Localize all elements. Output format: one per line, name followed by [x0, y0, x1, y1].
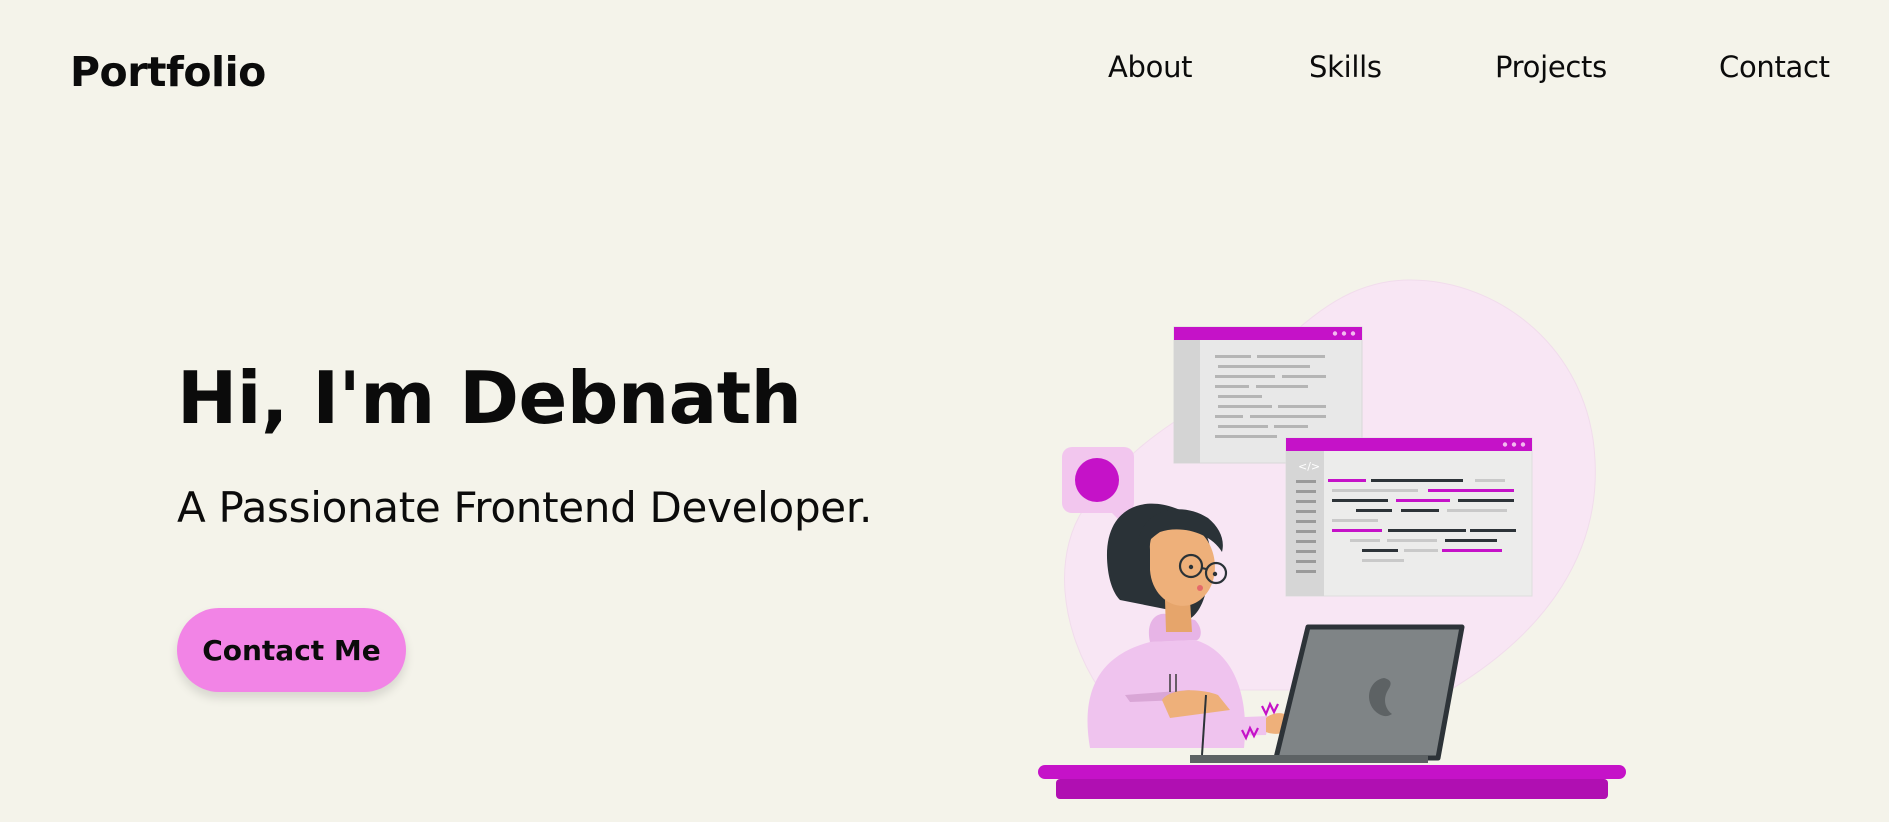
nav-link-projects[interactable]: Projects — [1495, 50, 1607, 84]
contact-me-button[interactable]: Contact Me — [177, 608, 406, 692]
developer-illustration: </> — [1038, 279, 1626, 799]
code-window-front: </> — [1285, 437, 1533, 597]
code-tag-label: </> — [1298, 460, 1320, 473]
nav-link-about[interactable]: About — [1108, 50, 1193, 84]
desk — [1038, 765, 1626, 799]
hero-title: Hi, I'm Debnath — [177, 356, 802, 440]
site-header: Portfolio About Skills Projects Contact — [0, 0, 1889, 150]
nav-link-contact[interactable]: Contact — [1719, 50, 1830, 84]
site-logo[interactable]: Portfolio — [70, 48, 266, 96]
hero-subtitle: A Passionate Frontend Developer. — [177, 483, 873, 532]
nav-link-skills[interactable]: Skills — [1309, 50, 1382, 84]
